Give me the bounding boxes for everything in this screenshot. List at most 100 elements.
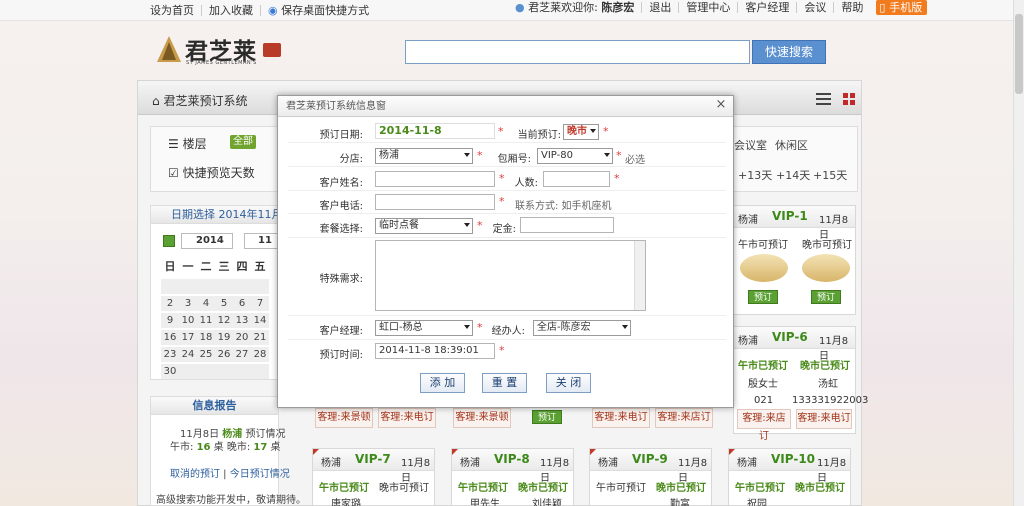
room-card[interactable]: 杨浦 VIP-8 11月8日 午市已预订 晚市已预订 甲先生 刘佳颖: [451, 448, 574, 506]
customer-name-label: 客户姓名:: [319, 178, 363, 189]
room-select[interactable]: VIP-80: [537, 148, 613, 164]
quick-search-button[interactable]: 快速搜索: [752, 40, 826, 64]
book-dinner-button[interactable]: 预订: [811, 290, 841, 304]
calendar-day[interactable]: 13: [233, 313, 251, 328]
calendar-day[interactable]: 27: [233, 347, 251, 362]
calendar-day[interactable]: 2: [161, 296, 179, 311]
room-card[interactable]: 杨浦 VIP-9 11月8日 午市可预订 晚市已预订 勤富: [589, 448, 712, 506]
people-label: 人数:: [514, 178, 538, 189]
weekday-label: 五: [254, 260, 266, 273]
set-homepage-link[interactable]: 设为首页: [143, 5, 202, 16]
lunch-guest: 殷女士: [748, 379, 778, 390]
list-view-icon[interactable]: [816, 93, 831, 105]
info-links: 取消的预订 | 今日预订情况: [170, 469, 290, 480]
floor-all-option[interactable]: 全部: [230, 135, 256, 149]
required-mark: *: [499, 344, 505, 357]
calendar-day[interactable]: 28: [251, 347, 269, 362]
day-option-15[interactable]: +15天: [813, 167, 847, 183]
calendar-day[interactable]: 30: [161, 364, 179, 379]
corner-marker-icon: [590, 449, 596, 455]
table-icon: [740, 254, 788, 282]
special-request-textarea[interactable]: [375, 240, 646, 311]
calendar-day[interactable]: 21: [251, 330, 269, 345]
calendar-day[interactable]: 18: [197, 330, 215, 345]
meeting-link[interactable]: 会议: [797, 2, 835, 13]
booking-source-label[interactable]: 客理:来景顿: [315, 408, 373, 428]
user-icon: ●: [515, 1, 529, 14]
logout-link[interactable]: 退出: [642, 2, 680, 13]
room-card[interactable]: 杨浦 VIP-1 11月8日 午市可预订 晚市可预订 预订 预订: [733, 205, 856, 315]
page-scrollbar-thumb[interactable]: [1015, 14, 1023, 94]
handler-select[interactable]: 全店-陈彦宏: [533, 320, 631, 336]
calendar-day[interactable]: 25: [197, 347, 215, 362]
day-option-14[interactable]: +14天: [776, 167, 810, 183]
calendar-day[interactable]: 7: [251, 296, 269, 311]
deposit-field[interactable]: [520, 217, 614, 233]
day-option-13[interactable]: +13天: [738, 167, 772, 183]
close-icon[interactable]: ×: [715, 98, 727, 111]
booking-source-label[interactable]: 客理:来电订: [592, 408, 650, 428]
booking-time-label: 预订时间:: [319, 350, 363, 361]
lunch-phone: 021: [754, 395, 774, 406]
admin-center-link[interactable]: 管理中心: [679, 2, 739, 13]
add-button[interactable]: 添 加: [420, 373, 465, 393]
calendar-day[interactable]: 19: [215, 330, 233, 345]
area-option-leisure[interactable]: 休闲区: [775, 137, 808, 153]
booking-source-label[interactable]: 客理:来店订: [655, 408, 713, 428]
calendar-day[interactable]: 4: [197, 296, 215, 311]
room-location: 杨浦: [460, 458, 480, 469]
textarea-scrollbar[interactable]: [634, 241, 645, 310]
close-button[interactable]: 关 闭: [546, 373, 591, 393]
calendar-day[interactable]: 5: [215, 296, 233, 311]
calendar-day[interactable]: 20: [233, 330, 251, 345]
calendar-day[interactable]: 17: [179, 330, 197, 345]
room-card[interactable]: 杨浦 VIP-7 11月8日 午市已预订 晚市可预订 唐家璐: [312, 448, 435, 506]
dialog-title: 君芝莱预订系统信息窗: [278, 96, 733, 117]
add-favorite-link[interactable]: 加入收藏: [202, 5, 261, 16]
booking-date-field[interactable]: 2014-11-8: [375, 123, 495, 139]
dinner-status: 晚市已预订: [795, 483, 845, 494]
search-input[interactable]: [405, 40, 750, 64]
calendar-day[interactable]: 6: [233, 296, 251, 311]
grid-view-icon[interactable]: [843, 93, 856, 105]
calendar-day[interactable]: 12: [215, 313, 233, 328]
booking-source-label[interactable]: 客理:来景顿: [453, 408, 511, 428]
today-bookings-link[interactable]: 今日预订情况: [230, 469, 290, 480]
mobile-version-button[interactable]: ▯ 手机版: [876, 0, 928, 15]
calendar-day[interactable]: 3: [179, 296, 197, 311]
required-mark: *: [616, 149, 622, 162]
help-link[interactable]: 帮助: [834, 2, 870, 13]
booking-time-field[interactable]: 2014-11-8 18:39:01: [375, 343, 495, 359]
calendar-day[interactable]: 10: [179, 313, 197, 328]
phone-field[interactable]: [375, 194, 495, 210]
calendar-day[interactable]: 16: [161, 330, 179, 345]
calendar-day[interactable]: 9: [161, 313, 179, 328]
info-count-line: 午市: 16 桌 晚市: 17 桌: [170, 442, 281, 453]
area-option-meeting[interactable]: 会议室: [734, 137, 767, 153]
room-label: 包厢号:: [497, 154, 531, 165]
room-location: 杨浦: [321, 458, 341, 469]
room-card[interactable]: 杨浦 VIP-10 11月8日 午市已预订 晚市已预订 祝园: [728, 448, 851, 506]
top-bar-right: ● 君芝莱欢迎你: 陈彦宏 退出 管理中心 客户经理 会议 帮助 ▯ 手机版: [508, 0, 928, 15]
calendar-day: [215, 279, 233, 294]
booking-source-label[interactable]: 客理:来电订: [378, 408, 436, 428]
brand-logo[interactable]: 君芝莱 ST JAMES GENTLEMAN'S: [155, 34, 285, 66]
book-button[interactable]: 预订: [532, 410, 562, 424]
customer-manager-link[interactable]: 客户经理: [738, 2, 798, 13]
calendar-day[interactable]: 26: [215, 347, 233, 362]
calendar-day[interactable]: 14: [251, 313, 269, 328]
people-count-field[interactable]: [543, 171, 610, 187]
calendar-day[interactable]: 24: [179, 347, 197, 362]
phone-label: 客户电话:: [319, 201, 363, 212]
room-location: 杨浦: [737, 458, 757, 469]
lunch-status: 午市已预订: [735, 483, 785, 494]
calendar-day: [215, 364, 233, 379]
book-lunch-button[interactable]: 预订: [748, 290, 778, 304]
cancelled-bookings-link[interactable]: 取消的预订: [170, 469, 220, 480]
save-shortcut-link[interactable]: ◉ 保存桌面快捷方式: [261, 5, 376, 16]
meal-period-select[interactable]: 晚市: [563, 124, 599, 140]
reset-button[interactable]: 重 置: [482, 373, 527, 393]
calendar-day[interactable]: 23: [161, 347, 179, 362]
calendar-day[interactable]: 11: [197, 313, 215, 328]
room-location: 杨浦: [738, 215, 758, 226]
